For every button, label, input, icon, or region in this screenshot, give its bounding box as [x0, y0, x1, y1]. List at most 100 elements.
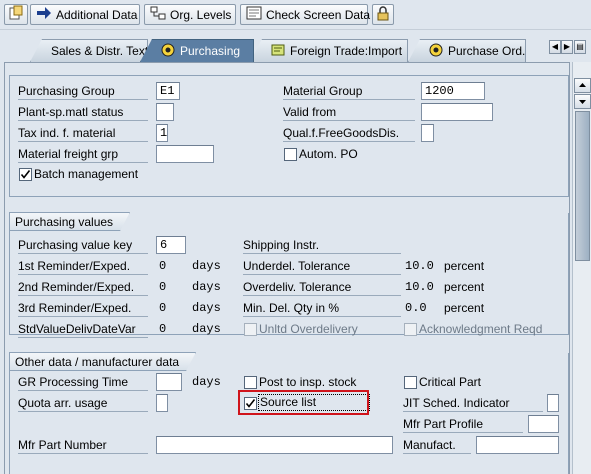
tab-purchasing[interactable]: Purchasing: [140, 39, 254, 62]
tab-label: Foreign Trade:Import: [290, 44, 403, 58]
reminder1-value: 0: [159, 259, 167, 273]
purchasing-value-key-field[interactable]: 6: [156, 236, 186, 254]
purchasing-values-title: Purchasing values: [9, 212, 130, 231]
purchasing-values-group: Purchasing values Purchasing value key 6…: [9, 212, 569, 338]
plant-sp-matl-status-label: Plant-sp.matl status: [18, 103, 148, 121]
critical-part-label: Critical Part: [419, 375, 482, 389]
arrow-right-icon: [36, 6, 52, 23]
gr-processing-time-field[interactable]: [156, 373, 182, 391]
underdel-tolerance-value: 10.0: [405, 259, 434, 273]
tab-strip: Sales & Distr. Text Purchasing Foreign T…: [0, 30, 591, 62]
lock-button[interactable]: [372, 4, 394, 25]
create-button[interactable]: [4, 4, 28, 25]
scroll-thumb[interactable]: [575, 111, 590, 261]
tab-page-icon: [271, 43, 285, 60]
gr-processing-time-label: GR Processing Time: [18, 373, 148, 391]
overdel-tolerance-label: Overdeliv. Tolerance: [243, 278, 401, 296]
batch-management-checkbox[interactable]: [19, 168, 32, 181]
unltd-overdelivery-label: Unltd Overdelivery: [259, 322, 358, 336]
unltd-overdelivery-checkbox[interactable]: [244, 323, 257, 336]
underdel-tolerance-unit: percent: [444, 259, 485, 273]
autom-po-checkbox[interactable]: [284, 148, 297, 161]
manufact-label: Manufact.: [403, 436, 471, 454]
mfr-part-number-label: Mfr Part Number: [18, 436, 148, 454]
source-list-highlight: [238, 390, 369, 415]
other-data-title: Other data / manufacturer data: [9, 352, 196, 371]
additional-data-button[interactable]: Additional Data: [30, 4, 140, 25]
qual-free-goods-label: Qual.f.FreeGoodsDis.: [283, 124, 415, 142]
std-value-value: 0: [159, 322, 167, 336]
tab-label: Purchase Ord...: [448, 44, 533, 58]
overdel-tolerance-value: 10.0: [405, 280, 434, 294]
autom-po-label: Autom. PO: [299, 147, 358, 161]
general-group: Purchasing Group E1 Plant-sp.matl status…: [9, 75, 569, 197]
min-del-qty-unit: percent: [444, 301, 485, 315]
purchasing-value-key-label: Purchasing value key: [18, 236, 148, 254]
std-value-label: StdValueDelivDateVar: [18, 320, 148, 338]
material-group-label: Material Group: [283, 82, 415, 100]
tax-ind-label: Tax ind. f. material: [18, 124, 148, 142]
org-levels-button[interactable]: Org. Levels: [144, 4, 236, 25]
tab-page-icon: [429, 43, 443, 60]
valid-from-label: Valid from: [283, 103, 415, 121]
quota-arr-usage-label: Quota arr. usage: [18, 394, 148, 412]
std-value-unit: days: [192, 322, 221, 336]
valid-from-field[interactable]: [421, 103, 493, 121]
check-screen-data-button[interactable]: Check Screen Data: [240, 4, 371, 25]
reminder2-unit: days: [192, 280, 221, 294]
scroll-up-icon[interactable]: [574, 78, 591, 93]
reminder1-label: 1st Reminder/Exped.: [18, 257, 148, 275]
org-levels-label: Org. Levels: [170, 7, 232, 22]
lock-icon: [376, 5, 390, 24]
purchasing-group-label: Purchasing Group: [18, 82, 148, 100]
mfr-part-profile-label: Mfr Part Profile: [403, 415, 523, 433]
plant-sp-matl-status-field[interactable]: [156, 103, 174, 121]
material-freight-grp-label: Material freight grp: [18, 145, 148, 163]
purchasing-group-field[interactable]: E1: [156, 82, 180, 100]
scroll-right-icon[interactable]: ▶: [561, 40, 573, 54]
check-screen-data-label: Check Screen Data: [266, 7, 371, 22]
reminder2-value: 0: [159, 280, 167, 294]
tab-page-icon: [161, 43, 175, 60]
scroll-down-icon[interactable]: [574, 94, 591, 109]
post-to-insp-stock-checkbox[interactable]: [244, 376, 257, 389]
post-to-insp-stock-label: Post to insp. stock: [259, 375, 357, 389]
acknowledgment-reqd-label: Acknowledgment Reqd: [419, 322, 543, 336]
material-freight-grp-field[interactable]: [156, 145, 214, 163]
check-screen-icon: [246, 6, 262, 23]
critical-part-checkbox[interactable]: [404, 376, 417, 389]
additional-data-label: Additional Data: [56, 7, 138, 22]
gr-processing-time-unit: days: [192, 375, 221, 389]
mfr-part-profile-field[interactable]: [528, 415, 559, 433]
manufact-field[interactable]: [476, 436, 559, 454]
jit-sched-indicator-field[interactable]: [547, 394, 559, 412]
batch-management-label: Batch management: [34, 167, 139, 181]
create-icon: [8, 5, 24, 24]
checkmark-icon: [20, 170, 31, 179]
application-toolbar: Additional Data Org. Levels Check Screen…: [0, 0, 591, 30]
acknowledgment-reqd-checkbox[interactable]: [404, 323, 417, 336]
overdel-tolerance-unit: percent: [444, 280, 485, 294]
tab-label: Purchasing: [180, 44, 241, 58]
min-del-qty-value: 0.0: [405, 301, 427, 315]
shipping-instr-label: Shipping Instr.: [243, 236, 401, 254]
tax-ind-field[interactable]: 1: [156, 124, 168, 142]
mfr-part-number-field[interactable]: [156, 436, 393, 454]
tab-list-icon[interactable]: ▤: [574, 40, 586, 54]
vertical-scrollbar[interactable]: [572, 62, 591, 474]
scroll-left-icon[interactable]: ◀: [549, 40, 561, 54]
tab-foreign-trade-import[interactable]: Foreign Trade:Import: [250, 39, 408, 62]
jit-sched-indicator-label: JIT Sched. Indicator: [403, 394, 543, 412]
tab-purchase-order[interactable]: Purchase Ord...: [408, 39, 526, 62]
min-del-qty-label: Min. Del. Qty in %: [243, 299, 401, 317]
quota-arr-usage-field[interactable]: [156, 394, 168, 412]
material-group-field[interactable]: 1200: [421, 82, 485, 100]
tab-label: Sales & Distr. Text: [51, 44, 149, 58]
reminder1-unit: days: [192, 259, 221, 273]
qual-free-goods-field[interactable]: [421, 124, 434, 142]
reminder3-unit: days: [192, 301, 221, 315]
org-levels-icon: [150, 6, 166, 23]
reminder3-value: 0: [159, 301, 167, 315]
reminder2-label: 2nd Reminder/Exped.: [18, 278, 148, 296]
tab-sales-distr-text[interactable]: Sales & Distr. Text: [30, 39, 148, 62]
